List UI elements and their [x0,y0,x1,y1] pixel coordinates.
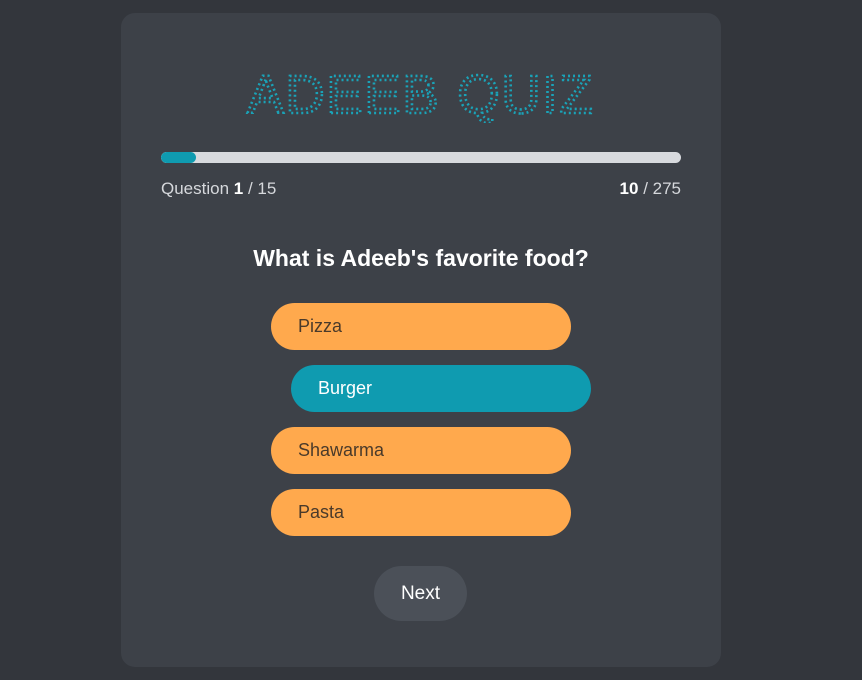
answer-option-shawarma[interactable]: Shawarma [271,427,571,474]
quiz-title-art: ADEEB QUIZ [246,64,594,123]
quiz-title: ADEEB QUIZ [121,63,721,123]
question-counter-label: Question [161,179,230,198]
score-counter: 10 / 275 [620,179,681,199]
answer-option-pasta[interactable]: Pasta [271,489,571,536]
question-counter: Question 1 / 15 [161,179,276,199]
progress-bar-fill [161,152,196,163]
score-counter-total: / 275 [643,179,681,198]
quiz-card: ADEEB QUIZ Question 1 / 15 10 / 275 What… [121,13,721,667]
question-counter-total: / 15 [247,179,277,198]
score-counter-current: 10 [619,179,639,198]
answer-option-burger[interactable]: Burger [291,365,591,412]
next-button[interactable]: Next [374,566,467,621]
progress-bar [161,152,681,163]
answer-option-pizza[interactable]: Pizza [271,303,571,350]
question-counter-current: 1 [233,179,244,198]
question-text: What is Adeeb's favorite food? [253,245,589,271]
quiz-title-text: ADEEB QUIZ [247,65,594,123]
